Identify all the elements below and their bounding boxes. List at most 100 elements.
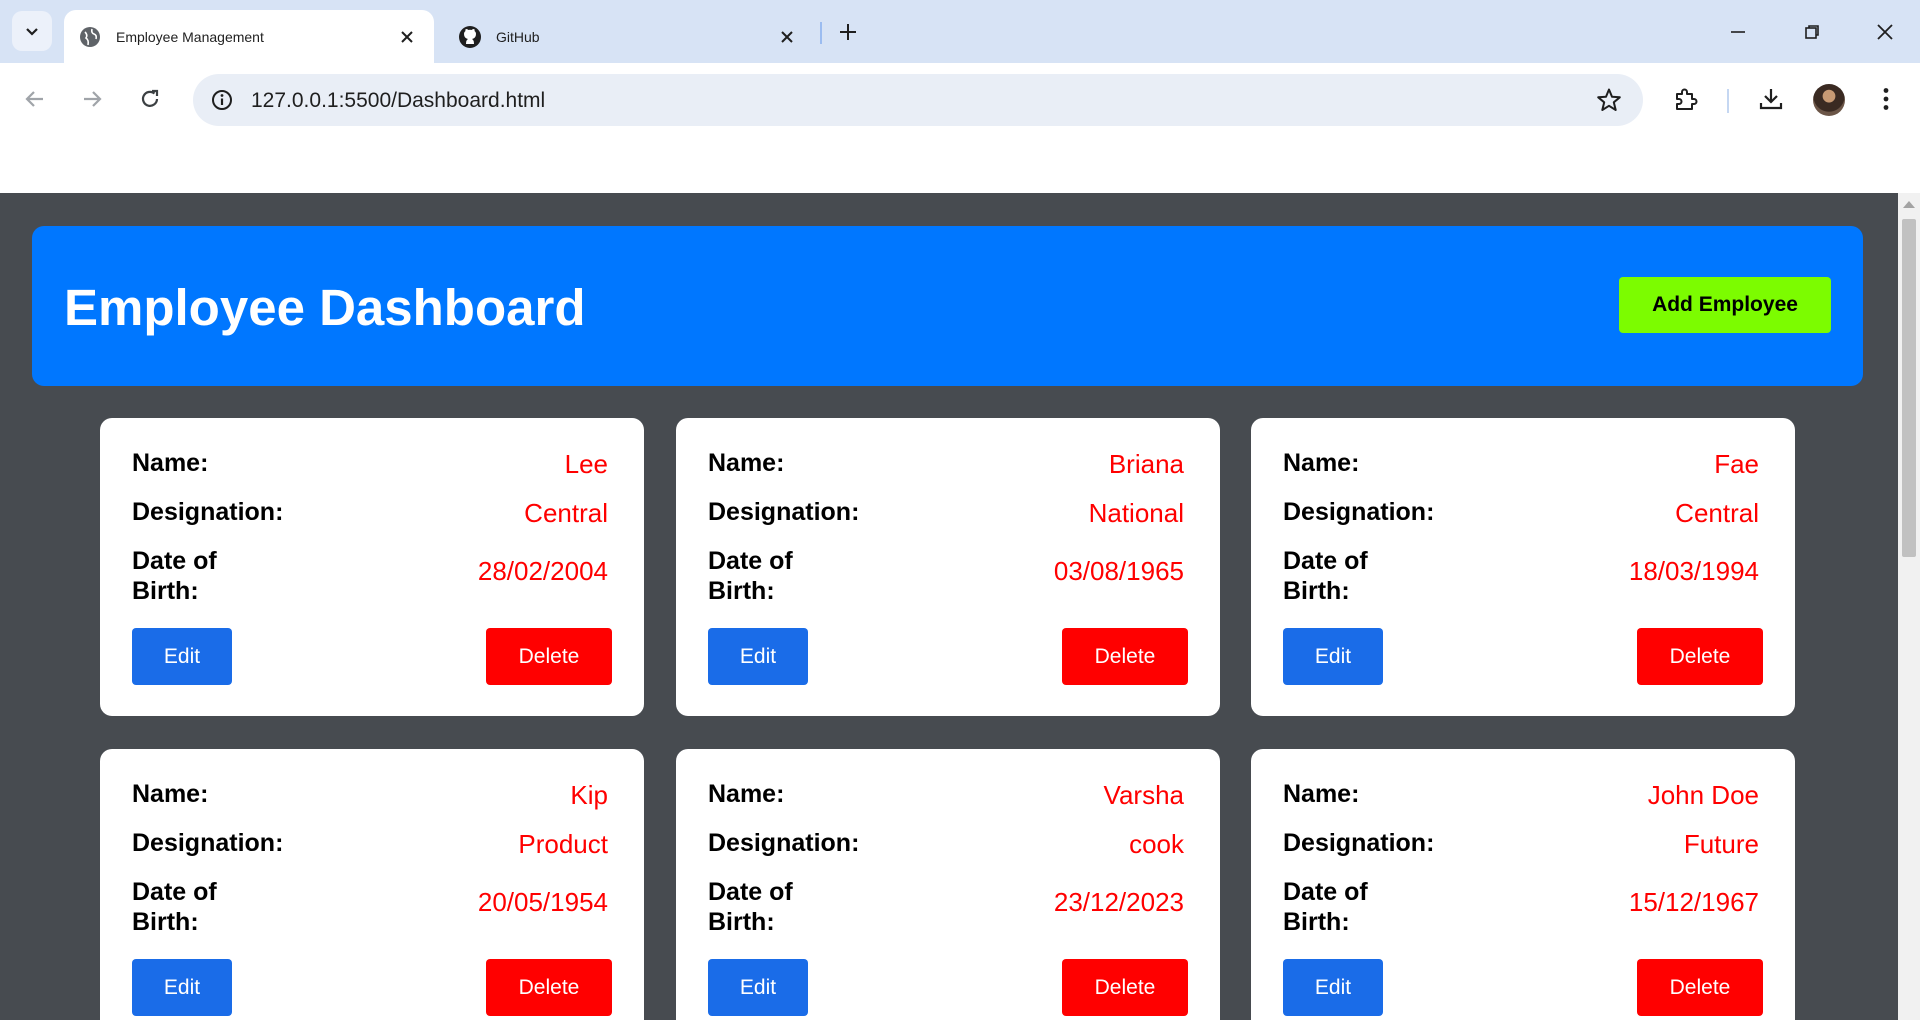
site-info-button[interactable] [203,81,241,119]
address-bar[interactable]: 127.0.0.1:5500/Dashboard.html [193,74,1643,126]
employee-name: Lee [564,449,608,479]
scroll-up-arrow-icon[interactable] [1903,201,1915,208]
edit-button[interactable]: Edit [1283,628,1383,685]
tab-strip: Employee Management GitHub [0,0,1920,63]
github-icon [458,25,482,49]
page-scrollbar[interactable] [1898,193,1920,1020]
chevron-down-icon [26,28,38,36]
delete-button[interactable]: Delete [486,959,612,1016]
designation-label: Designation: [1283,829,1435,857]
tab-search-button[interactable] [12,11,52,51]
name-label: Name: [132,449,209,477]
name-label: Name: [708,780,785,808]
tab-title: Employee Management [116,28,264,45]
arrow-right-icon [84,91,102,107]
employee-name: Varsha [1103,780,1184,810]
employee-designation: cook [1129,829,1184,859]
arrow-left-icon [25,91,43,107]
restore-button[interactable] [1790,12,1834,52]
info-icon [212,90,232,110]
employee-designation: Central [524,498,608,528]
edit-button[interactable]: Edit [708,628,808,685]
forward-button[interactable] [72,79,112,119]
employee-card: Name: Fae Designation: Central Date of Birt… [1251,418,1795,716]
browser-toolbar: 127.0.0.1:5500/Dashboard.html [0,63,1920,193]
employee-name: Kip [570,780,608,810]
close-tab-icon[interactable] [392,22,422,52]
employee-designation: National [1088,498,1184,528]
page-title: Employee Dashboard [64,279,586,336]
tab-employee-management[interactable]: Employee Management [64,10,434,63]
new-tab-button[interactable] [832,16,864,48]
url-text: 127.0.0.1:5500/Dashboard.html [251,89,546,112]
edit-button[interactable]: Edit [1283,959,1383,1016]
close-icon [1877,24,1893,40]
extensions-button[interactable] [1666,79,1706,119]
employee-name: Fae [1714,449,1759,479]
edit-button[interactable]: Edit [708,959,808,1016]
delete-button[interactable]: Delete [1637,959,1763,1016]
employee-card: Name: Briana Designation: National Date of… [676,418,1220,716]
employee-designation: Product [518,829,608,859]
employee-card: Name: John Doe Designation: Future Date of… [1251,749,1795,1020]
edit-button[interactable]: Edit [132,628,232,685]
name-label: Name: [1283,449,1360,477]
designation-label: Designation: [708,829,860,857]
download-icon [1759,89,1783,110]
delete-button[interactable]: Delete [1637,628,1763,685]
employee-card: Name: Varsha Designation: cook Date of Birt… [676,749,1220,1020]
minimize-button[interactable] [1716,12,1760,52]
employee-designation: Future [1683,829,1759,859]
employee-dob: 18/03/1994 [1628,556,1759,586]
designation-label: Designation: [132,829,284,857]
designation-label: Designation: [132,498,284,526]
employee-designation: Central [1675,498,1759,528]
dob-label: Date of Birth: [1283,547,1368,605]
more-vert-icon [1883,88,1889,110]
designation-label: Designation: [708,498,860,526]
downloads-button[interactable] [1751,79,1791,119]
plus-icon [840,24,856,40]
employee-dob: 15/12/1967 [1628,887,1759,917]
reload-icon [141,89,159,107]
employee-card: Name: Kip Designation: Product Date of Birt… [100,749,644,1020]
employee-dob: 03/08/1965 [1053,556,1184,586]
dob-label: Date of Birth: [708,547,793,605]
close-tab-icon[interactable] [772,22,802,52]
back-button[interactable] [15,79,55,119]
reload-button[interactable] [130,79,170,119]
delete-button[interactable]: Delete [1062,959,1188,1016]
delete-button[interactable]: Delete [486,628,612,685]
tab-title: GitHub [496,28,540,45]
dashboard-header: Employee Dashboard Add Employee [32,226,1863,386]
delete-button[interactable]: Delete [1062,628,1188,685]
bookmark-button[interactable] [1591,82,1627,118]
page-viewport: Employee Dashboard Add Employee Name: Lee… [0,193,1898,1020]
designation-label: Designation: [1283,498,1435,526]
employee-card: Name: Lee Designation: Central Date of Birt… [100,418,644,716]
star-icon [1597,88,1621,111]
name-label: Name: [1283,780,1360,808]
dob-label: Date of Birth: [708,878,793,936]
toolbar-divider [1727,89,1729,113]
globe-icon [78,25,102,49]
dob-label: Date of Birth: [132,878,217,936]
profile-avatar[interactable] [1813,84,1845,116]
dob-label: Date of Birth: [1283,878,1368,936]
scroll-thumb[interactable] [1902,219,1916,557]
restore-icon [1805,25,1819,39]
tab-github[interactable]: GitHub [444,10,814,63]
employee-dob: 20/05/1954 [477,887,608,917]
browser-menu-button[interactable] [1866,79,1906,119]
employee-name: Briana [1108,449,1184,479]
edit-button[interactable]: Edit [132,959,232,1016]
tab-divider [820,22,822,44]
puzzle-icon [1676,88,1698,110]
close-window-button[interactable] [1863,12,1907,52]
add-employee-button[interactable]: Add Employee [1619,277,1831,333]
minimize-icon [1731,31,1745,33]
employee-dob: 28/02/2004 [477,556,608,586]
name-label: Name: [708,449,785,477]
name-label: Name: [132,780,209,808]
employee-dob: 23/12/2023 [1053,887,1184,917]
